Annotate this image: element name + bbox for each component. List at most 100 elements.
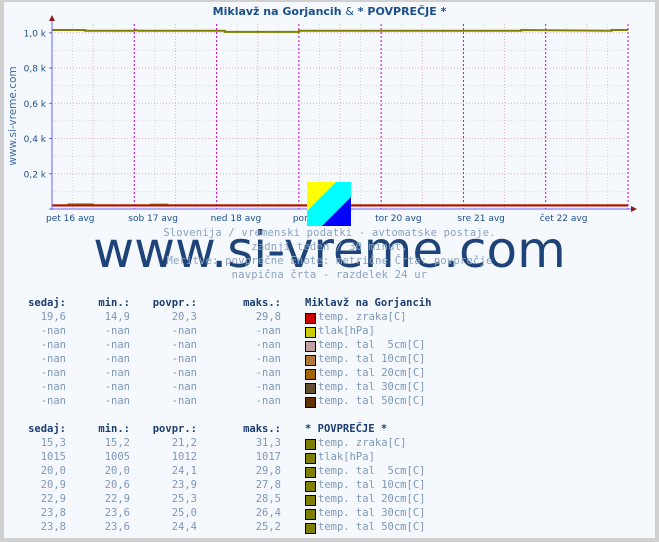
caption-line-3: Meritve: povprečne Enote: metrične Črta:… [166,255,493,267]
cell-maks: 28,5 [255,493,281,505]
cell-maks: 27,8 [255,479,281,491]
table-row: 20,9 20,6 23,9 27,8 temp. tal 10cm[C] [0,479,659,493]
cell-maks: -nan [255,353,281,365]
column-header: min.: [98,423,130,435]
cell-povpr: -nan [171,395,197,407]
table-row: 19,6 14,9 20,3 29,8 temp. zraka[C] [0,311,659,325]
table-row: 23,8 23,6 24,4 25,2 temp. tal 50cm[C] [0,521,659,535]
cell-maks: 26,4 [255,507,281,519]
y-tick-label: 1,0 k [24,29,47,39]
caption-line-2: zadnji teden / 30 minut. [251,241,408,253]
y-tick-labels: 0,2 k 0,4 k 0,6 k 0,8 k 1,0 k [24,29,52,180]
table-row: -nan -nan -nan -nan temp. tal 50cm[C] [0,395,659,409]
cell-sedaj: -nan [40,395,66,407]
cell-maks: 1017 [255,451,281,463]
table-row: 1015 1005 1012 1017 tlak[hPa] [0,451,659,465]
cell-sedaj: 19,6 [40,311,66,323]
cell-min: -nan [104,395,130,407]
cell-maks: -nan [255,325,281,337]
legend-label: temp. tal 20cm[C] [318,493,426,505]
cell-min: 20,0 [104,465,130,477]
cell-sedaj: -nan [40,339,66,351]
legend-swatch-icon [305,383,316,394]
cell-povpr: 24,1 [171,465,197,477]
cell-povpr: 25,3 [171,493,197,505]
column-header: sedaj: [28,297,66,309]
legend-label: temp. tal 10cm[C] [318,353,426,365]
cell-povpr: -nan [171,381,197,393]
legend-swatch-icon [305,369,316,380]
cell-sedaj: 23,8 [40,521,66,533]
cell-povpr: 24,4 [171,521,197,533]
legend-swatch-icon [305,495,316,506]
legend-label: temp. tal 30cm[C] [318,507,426,519]
table-row: -nan -nan -nan -nan temp. tal 30cm[C] [0,381,659,395]
legend-swatch-icon [305,313,316,324]
cell-min: -nan [104,339,130,351]
legend-label: temp. tal 5cm[C] [318,465,426,477]
y-tick-label: 0,6 k [24,100,47,110]
legend-swatch-icon [305,481,316,492]
cell-maks: 31,3 [255,437,281,449]
legend-label: temp. tal 30cm[C] [318,381,426,393]
cell-sedaj: 1015 [40,451,66,463]
station-title: Miklavž na Gorjancih [305,297,432,309]
table-row: -nan -nan -nan -nan tlak[hPa] [0,325,659,339]
legend-swatch-icon [305,355,316,366]
cell-povpr: 25,0 [171,507,197,519]
cell-povpr: 21,2 [171,437,197,449]
table-row: -nan -nan -nan -nan temp. tal 10cm[C] [0,353,659,367]
si-vreme-logo-icon [307,182,351,226]
cell-povpr: 1012 [171,451,197,463]
cell-min: -nan [104,381,130,393]
table-row: 23,8 23,6 25,0 26,4 temp. tal 30cm[C] [0,507,659,521]
cell-maks: -nan [255,367,281,379]
legend-label: tlak[hPa] [318,325,375,337]
cell-min: 20,6 [104,479,130,491]
series-line-0 [52,28,628,33]
column-header: povpr.: [152,297,197,309]
cell-povpr: -nan [171,367,197,379]
table-row: -nan -nan -nan -nan temp. tal 5cm[C] [0,339,659,353]
cell-sedaj: -nan [40,367,66,379]
legend-label: temp. tal 50cm[C] [318,395,426,407]
cell-sedaj: -nan [40,353,66,365]
cell-sedaj: -nan [40,381,66,393]
table-row: 22,9 22,9 25,3 28,5 temp. tal 20cm[C] [0,493,659,507]
legend-label: temp. tal 5cm[C] [318,339,426,351]
column-header: maks.: [243,423,281,435]
legend-label: temp. zraka[C] [318,437,407,449]
table-row: 20,0 20,0 24,1 29,8 temp. tal 5cm[C] [0,465,659,479]
legend-swatch-icon [305,397,316,408]
legend-label: temp. tal 20cm[C] [318,367,426,379]
cell-min: -nan [104,367,130,379]
legend-label: temp. tal 50cm[C] [318,521,426,533]
cell-min: -nan [104,325,130,337]
cell-sedaj: 15,3 [40,437,66,449]
cell-min: 23,6 [104,507,130,519]
column-header: maks.: [243,297,281,309]
legend-swatch-icon [305,341,316,352]
cell-min: 23,6 [104,521,130,533]
column-header: povpr.: [152,423,197,435]
cell-povpr: 23,9 [171,479,197,491]
cell-min: 1005 [104,451,130,463]
y-tick-label: 0,4 k [24,135,47,145]
cell-min: 14,9 [104,311,130,323]
cell-maks: 29,8 [255,465,281,477]
cell-povpr: -nan [171,339,197,351]
day-divider-lines [133,24,629,209]
cell-sedaj: 23,8 [40,507,66,519]
caption-line-4: navpična črta - razdelek 24 ur [231,269,428,281]
legend-swatch-icon [305,509,316,520]
table-header-row: sedaj: min.: povpr.: maks.: Miklavž na Gorja… [0,297,659,311]
cell-maks: -nan [255,381,281,393]
legend-label: temp. zraka[C] [318,311,407,323]
cell-maks: -nan [255,395,281,407]
legend-swatch-icon [305,467,316,478]
grid [52,24,628,209]
legend-label: tlak[hPa] [318,451,375,463]
legend-swatch-icon [305,327,316,338]
cell-povpr: 20,3 [171,311,197,323]
cell-min: -nan [104,353,130,365]
